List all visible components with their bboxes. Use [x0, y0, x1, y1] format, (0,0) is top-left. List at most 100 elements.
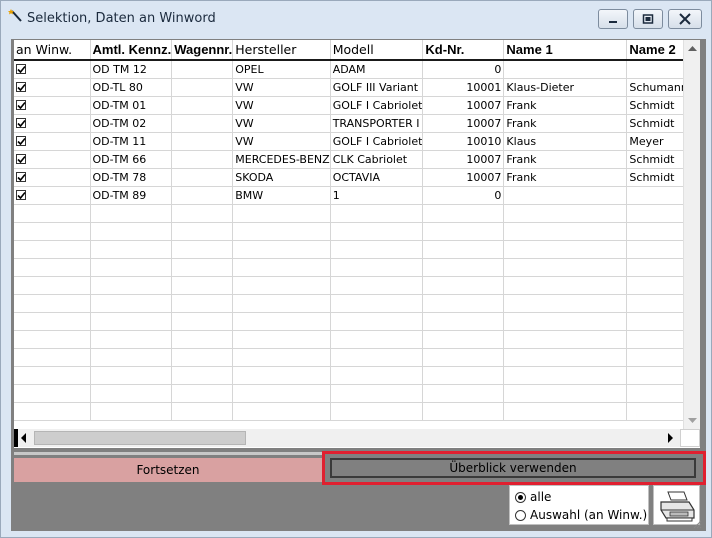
- empty-cell: [171, 222, 234, 241]
- cell-kennz[interactable]: OD-TM 11: [90, 132, 173, 151]
- cell-name1[interactable]: Frank: [503, 114, 628, 133]
- row-checkbox[interactable]: [16, 135, 26, 146]
- cell-wagennr[interactable]: [171, 150, 234, 169]
- resize-grip-icon[interactable]: [692, 519, 702, 529]
- cell-kdnr[interactable]: 10010: [422, 132, 505, 151]
- cell-wagennr[interactable]: [171, 132, 234, 151]
- ueberblick-verwenden-button[interactable]: Überblick verwenden: [330, 458, 696, 478]
- row-checkbox[interactable]: [16, 99, 26, 110]
- minimize-button[interactable]: [598, 9, 628, 29]
- cell-hersteller[interactable]: VW: [232, 96, 331, 115]
- fortsetzen-button[interactable]: Fortsetzen: [14, 458, 322, 482]
- data-grid[interactable]: an Winw. Amtl. Kennz. Wagennr. Hersteller Mo…: [14, 40, 700, 448]
- cell-modell[interactable]: CLK Cabriolet: [330, 150, 424, 169]
- cell-modell[interactable]: GOLF I Cabriolet: [330, 132, 424, 151]
- cell-name1[interactable]: [503, 60, 628, 79]
- cell-kdnr[interactable]: 10007: [422, 168, 505, 187]
- cell-name1[interactable]: Klaus: [503, 132, 628, 151]
- cell-wagennr[interactable]: [171, 168, 234, 187]
- column-header-4[interactable]: Modell: [330, 40, 424, 61]
- scroll-right-icon[interactable]: [664, 429, 676, 447]
- table-row[interactable]: OD-TM 78 SKODA OCTAVIA 10007 Frank Schmidt: [14, 168, 698, 187]
- an-winw-cell[interactable]: [14, 150, 91, 169]
- table-row[interactable]: OD-TL 80 VW GOLF III Variant 10001 Klaus-Die…: [14, 78, 698, 97]
- cell-kdnr[interactable]: 10007: [422, 96, 505, 115]
- an-winw-cell[interactable]: [14, 132, 91, 151]
- cell-modell[interactable]: OCTAVIA: [330, 168, 424, 187]
- cell-hersteller[interactable]: SKODA: [232, 168, 331, 187]
- cell-kennz[interactable]: OD-TM 02: [90, 114, 173, 133]
- table-row[interactable]: OD-TM 01 VW GOLF I Cabriolet 10007 Frank Schm…: [14, 96, 698, 115]
- cell-kennz[interactable]: OD-TL 80: [90, 78, 173, 97]
- radio-alle[interactable]: alle: [515, 489, 551, 505]
- table-row[interactable]: OD-TM 89 BMW 1 0: [14, 186, 698, 205]
- close-button[interactable]: [668, 9, 702, 29]
- cell-kdnr[interactable]: 10007: [422, 114, 505, 133]
- empty-cell: [422, 312, 505, 331]
- column-header-6[interactable]: Name 1: [503, 40, 628, 61]
- cell-kennz[interactable]: OD TM 12: [90, 60, 173, 79]
- cell-hersteller[interactable]: BMW: [232, 186, 331, 205]
- table-row[interactable]: OD-TM 66 MERCEDES-BENZ CLK Cabriolet 10007 F…: [14, 150, 698, 169]
- radio-auswahl-dot[interactable]: [515, 509, 526, 521]
- cell-modell[interactable]: TRANSPORTER I: [330, 114, 424, 133]
- cell-modell[interactable]: 1: [330, 186, 424, 205]
- scroll-down-icon[interactable]: [684, 412, 700, 429]
- cell-wagennr[interactable]: [171, 78, 234, 97]
- an-winw-cell[interactable]: [14, 168, 91, 187]
- row-checkbox[interactable]: [16, 189, 26, 200]
- an-winw-cell[interactable]: [14, 114, 91, 133]
- horizontal-scrollbar[interactable]: [14, 429, 680, 447]
- row-checkbox[interactable]: [16, 63, 26, 74]
- cell-kdnr[interactable]: 10007: [422, 150, 505, 169]
- row-checkbox[interactable]: [16, 153, 26, 164]
- an-winw-cell[interactable]: [14, 78, 91, 97]
- row-checkbox[interactable]: [16, 171, 26, 182]
- cell-wagennr[interactable]: [171, 186, 234, 205]
- cell-name1[interactable]: Frank: [503, 168, 628, 187]
- scroll-left-icon[interactable]: [18, 429, 30, 447]
- table-row[interactable]: OD-TM 02 VW TRANSPORTER I 10007 Frank Schmidt: [14, 114, 698, 133]
- cell-hersteller[interactable]: MERCEDES-BENZ: [232, 150, 331, 169]
- cell-name1[interactable]: Frank: [503, 150, 628, 169]
- table-row[interactable]: OD TM 12 OPEL ADAM 0: [14, 60, 698, 79]
- cell-kdnr[interactable]: 0: [422, 60, 505, 79]
- cell-hersteller[interactable]: VW: [232, 132, 331, 151]
- cell-modell[interactable]: GOLF I Cabriolet: [330, 96, 424, 115]
- an-winw-cell[interactable]: [14, 186, 91, 205]
- column-header-5[interactable]: Kd-Nr.: [422, 40, 505, 61]
- cell-modell[interactable]: ADAM: [330, 60, 424, 79]
- cell-hersteller[interactable]: VW: [232, 114, 331, 133]
- cell-modell[interactable]: GOLF III Variant: [330, 78, 424, 97]
- column-header-3[interactable]: Hersteller: [232, 40, 331, 61]
- maximize-button[interactable]: [633, 9, 663, 29]
- empty-cell: [171, 330, 234, 349]
- row-checkbox[interactable]: [16, 81, 26, 92]
- cell-kennz[interactable]: OD-TM 78: [90, 168, 173, 187]
- cell-name1[interactable]: Frank: [503, 96, 628, 115]
- column-header-2[interactable]: Wagennr.: [171, 40, 234, 61]
- radio-auswahl[interactable]: Auswahl (an Winw.): [515, 507, 647, 523]
- scroll-up-icon[interactable]: [684, 40, 700, 57]
- cell-kdnr[interactable]: 0: [422, 186, 505, 205]
- horizontal-scroll-thumb[interactable]: [34, 431, 246, 445]
- row-checkbox[interactable]: [16, 117, 26, 128]
- cell-hersteller[interactable]: OPEL: [232, 60, 331, 79]
- an-winw-cell[interactable]: [14, 60, 91, 79]
- column-header-0[interactable]: an Winw.: [14, 40, 91, 61]
- column-header-1[interactable]: Amtl. Kennz.: [90, 40, 173, 61]
- radio-alle-dot[interactable]: [515, 491, 526, 503]
- vertical-scrollbar[interactable]: [683, 40, 700, 429]
- cell-kennz[interactable]: OD-TM 66: [90, 150, 173, 169]
- cell-name1[interactable]: Klaus-Dieter: [503, 78, 628, 97]
- an-winw-cell[interactable]: [14, 96, 91, 115]
- cell-wagennr[interactable]: [171, 96, 234, 115]
- cell-hersteller[interactable]: VW: [232, 78, 331, 97]
- cell-wagennr[interactable]: [171, 114, 234, 133]
- cell-wagennr[interactable]: [171, 60, 234, 79]
- cell-kdnr[interactable]: 10001: [422, 78, 505, 97]
- cell-kennz[interactable]: OD-TM 89: [90, 186, 173, 205]
- cell-kennz[interactable]: OD-TM 01: [90, 96, 173, 115]
- table-row[interactable]: OD-TM 11 VW GOLF I Cabriolet 10010 Klaus Meye…: [14, 132, 698, 151]
- cell-name1[interactable]: [503, 186, 628, 205]
